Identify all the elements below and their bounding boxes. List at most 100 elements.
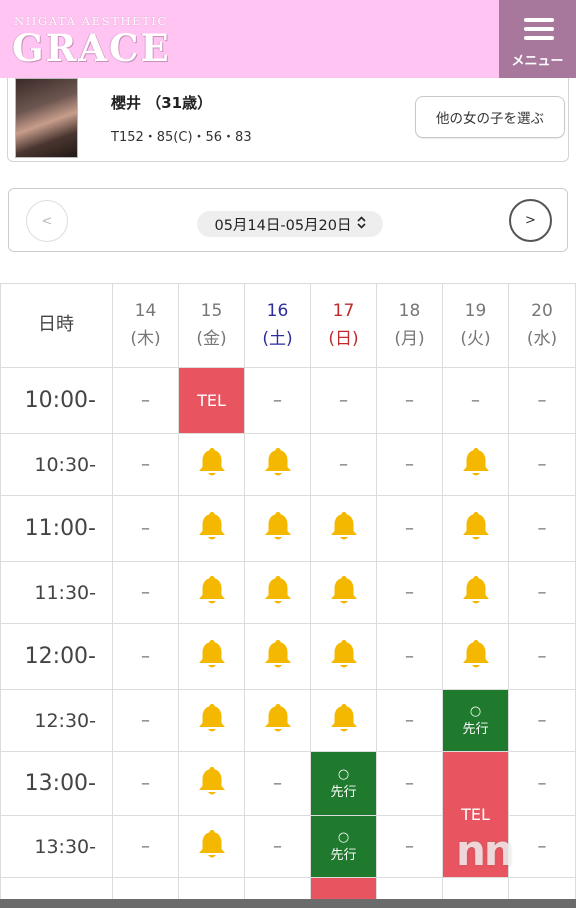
slot-bell[interactable] [179, 562, 245, 624]
slot-bell[interactable] [443, 496, 509, 562]
day-weekday: (水) [526, 329, 558, 349]
slot-bell[interactable] [245, 690, 311, 752]
slot-bell[interactable] [311, 562, 377, 624]
slot-unavailable: – [245, 752, 311, 816]
advance-label: 先行 [330, 784, 357, 800]
day-date: 15 [200, 301, 223, 321]
bell-icon [460, 509, 492, 548]
slot-advance-booking[interactable]: ○ 先行 [443, 690, 509, 752]
slot-unavailable: – [377, 816, 443, 878]
hamburger-icon [524, 18, 554, 45]
bell-icon [196, 509, 228, 548]
prev-week-button[interactable]: < [26, 200, 68, 242]
bell-icon [328, 637, 360, 676]
slot-bell[interactable] [245, 624, 311, 690]
slot-unavailable: – [377, 434, 443, 496]
day-header: 18 (月) [377, 283, 443, 368]
day-weekday: (月) [394, 329, 425, 349]
slot-bell[interactable] [443, 624, 509, 690]
bell-icon [262, 573, 294, 612]
day-weekday: (日) [328, 329, 359, 349]
day-weekday: (木) [130, 329, 161, 349]
slot-unavailable: – [113, 368, 179, 434]
logo[interactable]: GRACE [12, 26, 171, 70]
slot-bell[interactable] [245, 562, 311, 624]
slot-unavailable: – [311, 434, 377, 496]
day-header: 16 (土) [245, 283, 311, 368]
slot-bell[interactable] [179, 752, 245, 816]
watermark: nn [456, 826, 514, 875]
chevron-updown-icon [356, 216, 366, 232]
slot-bell[interactable] [245, 434, 311, 496]
advance-label: 先行 [462, 721, 489, 737]
slot-unavailable: – [377, 562, 443, 624]
bell-icon [196, 573, 228, 612]
week-range-label: 05月14日-05月20日 [214, 217, 352, 234]
week-selector: < 05月14日-05月20日 > [8, 188, 568, 252]
slot-unavailable: – [377, 368, 443, 434]
slot-bell[interactable] [443, 562, 509, 624]
slot-unavailable: – [113, 816, 179, 878]
bell-icon [196, 827, 228, 866]
slot-bell[interactable] [245, 496, 311, 562]
day-date: 18 [398, 301, 421, 321]
slot-bell[interactable] [179, 624, 245, 690]
menu-button[interactable]: メニュー [499, 0, 576, 78]
slot-unavailable: – [113, 624, 179, 690]
bell-icon [328, 573, 360, 612]
day-date: 17 [332, 301, 355, 321]
available-circle: ○ [337, 766, 350, 782]
time-slot-label: 10:00- [0, 368, 113, 434]
slot-unavailable: – [377, 496, 443, 562]
time-slot-label: 13:00- [0, 752, 113, 816]
bell-icon [328, 701, 360, 740]
next-week-button[interactable]: > [509, 199, 552, 242]
day-header: 17 (日) [311, 283, 377, 368]
bell-icon [196, 637, 228, 676]
slot-bell[interactable] [179, 496, 245, 562]
slot-bell[interactable] [311, 690, 377, 752]
available-circle: ○ [337, 829, 350, 845]
day-date: 16 [266, 301, 289, 321]
profile-photo[interactable] [15, 78, 78, 158]
slot-unavailable: – [113, 562, 179, 624]
advance-label: 先行 [330, 847, 357, 863]
week-range-select[interactable]: 05月14日-05月20日 [197, 211, 383, 237]
slot-unavailable: – [245, 816, 311, 878]
slot-bell[interactable] [443, 434, 509, 496]
slot-unavailable: – [113, 496, 179, 562]
bell-icon [262, 509, 294, 548]
slot-unavailable: – [509, 562, 576, 624]
day-weekday: (土) [262, 329, 293, 349]
slot-unavailable: – [509, 690, 576, 752]
slot-unavailable: – [509, 368, 576, 434]
slot-unavailable: – [113, 752, 179, 816]
slot-bell[interactable] [311, 624, 377, 690]
slot-unavailable: – [509, 434, 576, 496]
slot-unavailable: – [113, 434, 179, 496]
bell-icon [196, 445, 228, 484]
corner-label: 日時 [0, 283, 113, 368]
bell-icon [460, 573, 492, 612]
slot-unavailable: – [509, 816, 576, 878]
day-date: 19 [464, 301, 487, 321]
slot-tel[interactable]: TEL [179, 368, 245, 434]
slot-advance-booking[interactable]: ○ 先行 [311, 752, 377, 816]
available-circle: ○ [469, 703, 482, 719]
slot-bell[interactable] [179, 816, 245, 878]
day-header: 14 (木) [113, 283, 179, 368]
slot-unavailable: – [245, 368, 311, 434]
other-girls-button[interactable]: 他の女の子を選ぶ [415, 96, 565, 138]
day-date: 20 [531, 301, 553, 321]
slot-advance-booking[interactable]: ○ 先行 [311, 816, 377, 878]
time-slot-label: 10:30- [0, 434, 113, 496]
slot-bell[interactable] [179, 690, 245, 752]
bottom-bar [0, 899, 576, 908]
slot-unavailable: – [113, 690, 179, 752]
bell-icon [196, 764, 228, 803]
slot-unavailable: – [377, 690, 443, 752]
slot-bell[interactable] [311, 496, 377, 562]
bell-icon [262, 637, 294, 676]
slot-bell[interactable] [179, 434, 245, 496]
time-slot-label: 12:30- [0, 690, 113, 752]
